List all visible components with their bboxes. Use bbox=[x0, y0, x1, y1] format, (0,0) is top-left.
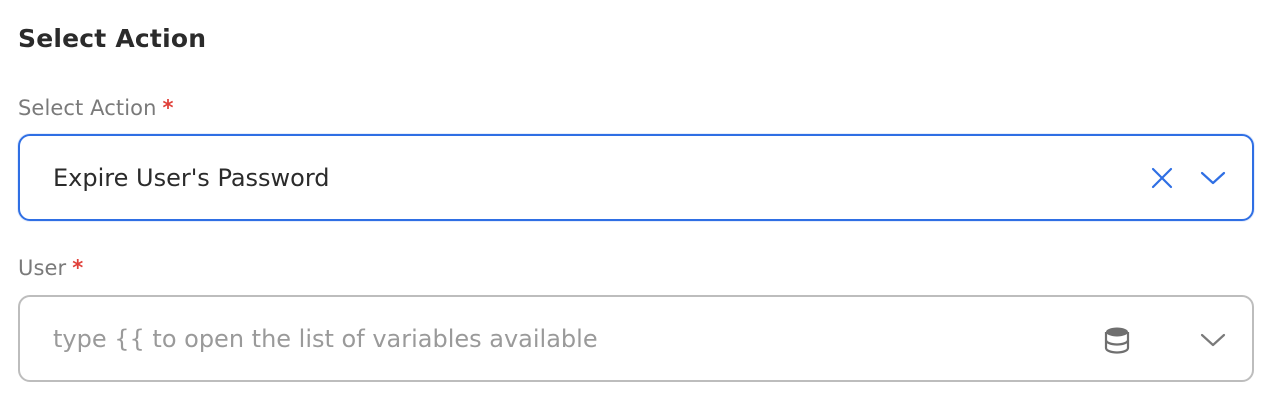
required-marker: * bbox=[162, 96, 174, 120]
required-marker: * bbox=[72, 256, 84, 280]
user-field-label: User * bbox=[18, 256, 83, 280]
section-title: Select Action bbox=[18, 24, 207, 53]
user-select-input[interactable]: type {{ to open the list of variables av… bbox=[18, 295, 1254, 382]
chevron-down-icon[interactable] bbox=[1199, 167, 1227, 189]
select-action-label-text: Select Action bbox=[18, 96, 157, 120]
user-field-label-text: User bbox=[18, 256, 67, 280]
select-action-dropdown[interactable]: Expire User's Password bbox=[18, 134, 1254, 221]
user-input-placeholder: type {{ to open the list of variables av… bbox=[53, 324, 598, 353]
select-action-panel: Select Action Select Action * Expire User… bbox=[0, 0, 1268, 414]
chevron-down-icon[interactable] bbox=[1199, 329, 1227, 351]
select-action-label: Select Action * bbox=[18, 96, 174, 120]
select-action-value: Expire User's Password bbox=[53, 163, 330, 192]
close-icon[interactable] bbox=[1148, 164, 1176, 192]
database-icon[interactable] bbox=[1104, 326, 1130, 354]
